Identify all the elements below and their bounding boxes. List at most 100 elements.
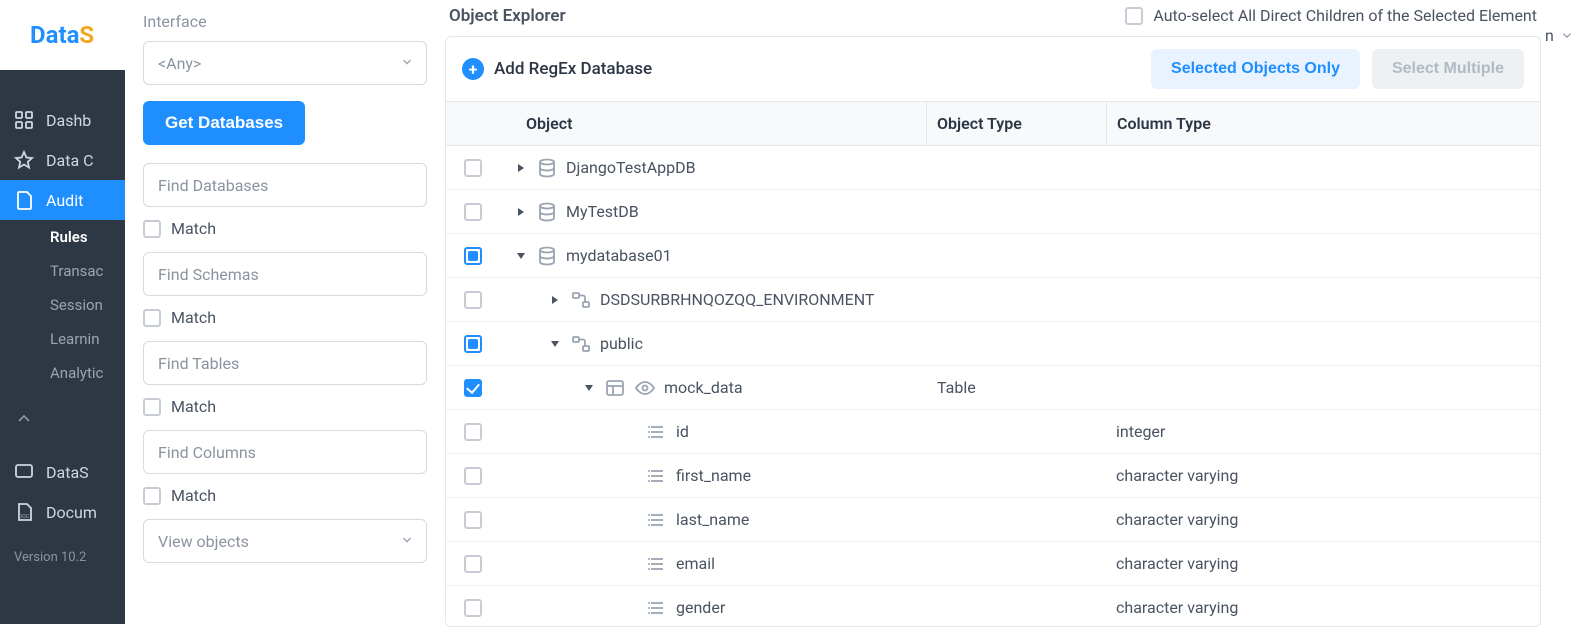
column-icon bbox=[646, 465, 668, 487]
table-icon bbox=[604, 377, 626, 399]
nav-sub-rules[interactable]: Rules bbox=[0, 220, 125, 254]
caret-right-icon[interactable] bbox=[514, 161, 528, 175]
select-multiple-button[interactable]: Select Multiple bbox=[1372, 49, 1524, 89]
caret-down-icon[interactable] bbox=[514, 249, 528, 263]
selected-objects-only-button[interactable]: Selected Objects Only bbox=[1151, 49, 1360, 89]
table-row[interactable]: mydatabase01 bbox=[446, 234, 1540, 278]
version-text: Version 10.2 bbox=[0, 532, 125, 583]
table-row[interactable]: DSDSURBRHNQOZQQ_ENVIRONMENT bbox=[446, 278, 1540, 322]
table-row[interactable]: DjangoTestAppDB bbox=[446, 146, 1540, 190]
cell-object-type bbox=[926, 204, 1106, 220]
cell-object: first_name bbox=[446, 457, 926, 495]
view-objects-value: View objects bbox=[158, 532, 249, 551]
cell-column-type: integer bbox=[1106, 414, 1540, 449]
nav-label: Docum bbox=[46, 503, 97, 522]
find-schemas-input[interactable]: Find Schemas bbox=[143, 252, 427, 296]
row-checkbox[interactable] bbox=[464, 159, 482, 177]
caret-down-icon[interactable] bbox=[582, 381, 596, 395]
db-icon bbox=[536, 201, 558, 223]
find-columns-input[interactable]: Find Columns bbox=[143, 430, 427, 474]
object-label: mydatabase01 bbox=[566, 246, 672, 265]
cell-object: public bbox=[446, 325, 926, 363]
caret-right-icon[interactable] bbox=[514, 205, 528, 219]
col-objtype-header: Object Type bbox=[926, 102, 1106, 145]
row-checkbox[interactable] bbox=[464, 423, 482, 441]
object-label: mock_data bbox=[664, 378, 743, 397]
caret-down-icon[interactable] bbox=[548, 337, 562, 351]
nav-docs[interactable]: DOC Docum bbox=[0, 492, 125, 532]
cell-object: DjangoTestAppDB bbox=[446, 149, 926, 187]
caret-right-icon[interactable] bbox=[548, 293, 562, 307]
nav-dashboard[interactable]: Dashb bbox=[0, 100, 125, 140]
placeholder: Find Columns bbox=[158, 443, 256, 462]
grid-header: Object Object Type Column Type bbox=[446, 102, 1540, 146]
row-checkbox[interactable] bbox=[464, 203, 482, 221]
row-checkbox[interactable] bbox=[464, 511, 482, 529]
cell-object-type bbox=[926, 512, 1106, 528]
auto-select-row[interactable]: Auto-select All Direct Children of the S… bbox=[1125, 6, 1537, 25]
cell-object-type bbox=[926, 600, 1106, 616]
match-databases-row[interactable]: Match bbox=[143, 219, 427, 238]
nav-label: Dashb bbox=[46, 111, 91, 130]
cell-object-type bbox=[926, 292, 1106, 308]
nav-label: DataS bbox=[46, 463, 89, 482]
match-label: Match bbox=[171, 397, 216, 416]
cell-object: DSDSURBRHNQOZQQ_ENVIRONMENT bbox=[446, 281, 926, 319]
row-checkbox[interactable] bbox=[464, 599, 482, 617]
row-checkbox[interactable] bbox=[464, 291, 482, 309]
row-checkbox[interactable] bbox=[464, 555, 482, 573]
table-row[interactable]: emailcharacter varying bbox=[446, 542, 1540, 586]
match-tables-checkbox[interactable] bbox=[143, 398, 161, 416]
find-tables-input[interactable]: Find Tables bbox=[143, 341, 427, 385]
nav-sub-analytics[interactable]: Analytic bbox=[0, 356, 125, 390]
cell-column-type: character varying bbox=[1106, 458, 1540, 493]
chevron-down-icon bbox=[400, 532, 414, 551]
find-databases-input[interactable]: Find Databases bbox=[143, 163, 427, 207]
nav-audit[interactable]: Audit bbox=[0, 180, 125, 220]
match-schemas-row[interactable]: Match bbox=[143, 308, 427, 327]
table-row[interactable]: MyTestDB bbox=[446, 190, 1540, 234]
table-row[interactable]: id integer bbox=[446, 410, 1540, 454]
object-label: id bbox=[676, 422, 689, 441]
plus-circle-icon: + bbox=[462, 58, 484, 80]
match-tables-row[interactable]: Match bbox=[143, 397, 427, 416]
nav-sub-sessions[interactable]: Session bbox=[0, 288, 125, 322]
cell-object: MyTestDB bbox=[446, 193, 926, 231]
table-row[interactable]: first_name character varying bbox=[446, 454, 1540, 498]
nav-collapse[interactable] bbox=[0, 398, 125, 438]
logo-text-2: S bbox=[79, 21, 94, 49]
nav-sub-learning[interactable]: Learnin bbox=[0, 322, 125, 356]
table-row[interactable]: last_namecharacter varying bbox=[446, 498, 1540, 542]
cell-object-type bbox=[926, 248, 1106, 264]
cell-column-type bbox=[1106, 204, 1540, 220]
column-icon bbox=[646, 597, 668, 619]
nav-datas[interactable]: DataS bbox=[0, 452, 125, 492]
match-schemas-checkbox[interactable] bbox=[143, 309, 161, 327]
row-checkbox[interactable] bbox=[464, 247, 482, 265]
table-row[interactable]: gender character varying bbox=[446, 586, 1540, 626]
cell-object: mydatabase01 bbox=[446, 237, 926, 275]
table-row[interactable]: public bbox=[446, 322, 1540, 366]
table-row[interactable]: mock_dataTable bbox=[446, 366, 1540, 410]
view-objects-select[interactable]: View objects bbox=[143, 519, 427, 563]
match-databases-checkbox[interactable] bbox=[143, 220, 161, 238]
cell-object: gender bbox=[446, 589, 926, 627]
eye-icon bbox=[634, 377, 656, 399]
placeholder: Find Schemas bbox=[158, 265, 259, 284]
cell-object: mock_data bbox=[446, 369, 926, 407]
nav-sub-transactions[interactable]: Transac bbox=[0, 254, 125, 288]
row-checkbox[interactable] bbox=[464, 379, 482, 397]
app-logo: DataS bbox=[0, 0, 125, 70]
row-checkbox[interactable] bbox=[464, 335, 482, 353]
auto-select-checkbox[interactable] bbox=[1125, 7, 1143, 25]
cell-column-type: character varying bbox=[1106, 590, 1540, 625]
match-columns-checkbox[interactable] bbox=[143, 487, 161, 505]
get-databases-button[interactable]: Get Databases bbox=[143, 101, 305, 145]
row-checkbox[interactable] bbox=[464, 467, 482, 485]
match-columns-row[interactable]: Match bbox=[143, 486, 427, 505]
schema-icon bbox=[570, 333, 592, 355]
grid-rows[interactable]: DjangoTestAppDB MyTestDB mydatabase01 DSDSU… bbox=[446, 146, 1540, 626]
interface-select[interactable]: <Any> bbox=[143, 41, 427, 85]
add-regex-db-button[interactable]: + Add RegEx Database bbox=[462, 58, 652, 80]
nav-data[interactable]: Data C bbox=[0, 140, 125, 180]
